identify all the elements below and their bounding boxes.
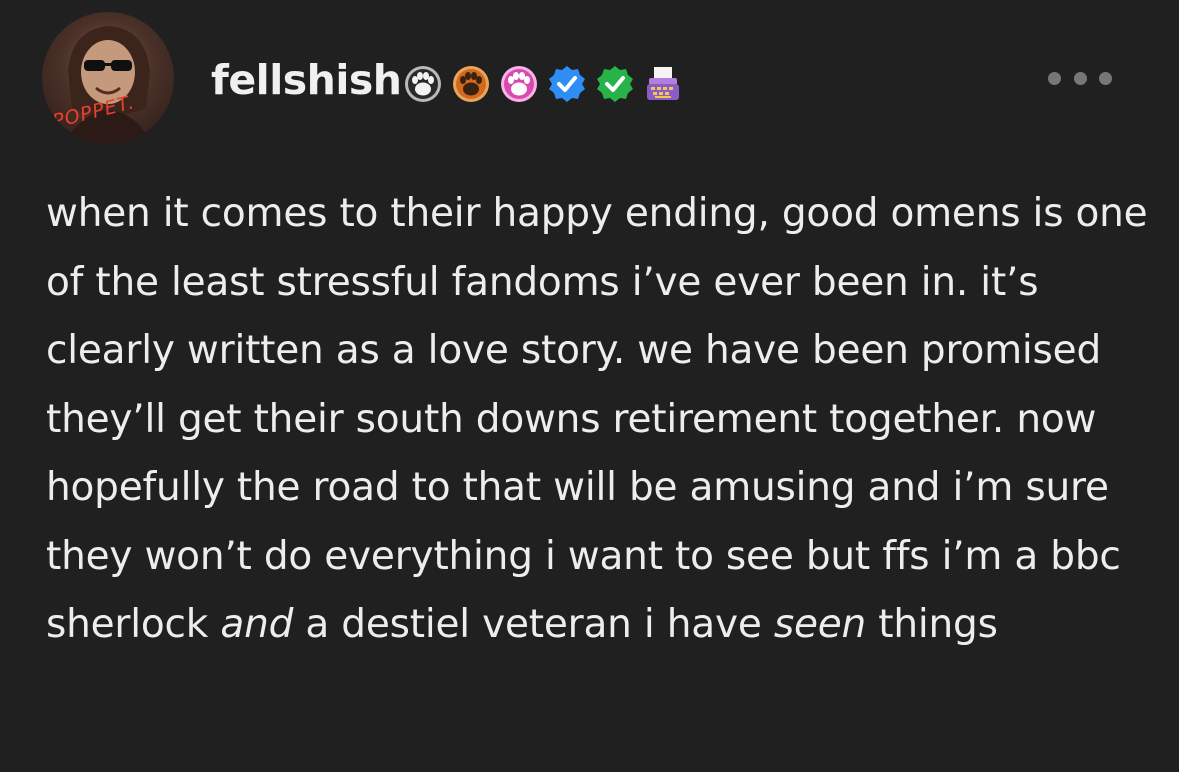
post-text: a destiel veteran i have [293,602,774,647]
username-link[interactable]: fellshish [211,56,402,104]
post-text: when it comes to their happy ending, goo… [46,191,1148,647]
badge-row [403,62,683,106]
tumblr-post: POPPET. fellshish when it comes to their… [0,0,1179,772]
post-text-emphasis: and [220,602,294,647]
verified-check-badge-green[interactable] [595,64,635,104]
paw-badge-black[interactable] [403,64,443,104]
paw-badge-pink[interactable] [499,64,539,104]
avatar[interactable]: POPPET. [42,12,174,144]
more-dot [1099,71,1112,85]
paw-badge-orange[interactable] [451,64,491,104]
post-text-emphasis: seen [773,602,867,647]
typewriter-badge[interactable] [643,64,683,104]
verified-check-badge-blue[interactable] [547,64,587,104]
more-options-icon[interactable] [1048,66,1112,90]
post-body: when it comes to their happy ending, goo… [46,180,1156,660]
more-dot [1048,71,1061,85]
person-with-sunglasses-avatar [64,26,152,144]
more-dot [1073,71,1087,85]
post-text: things [866,602,998,647]
